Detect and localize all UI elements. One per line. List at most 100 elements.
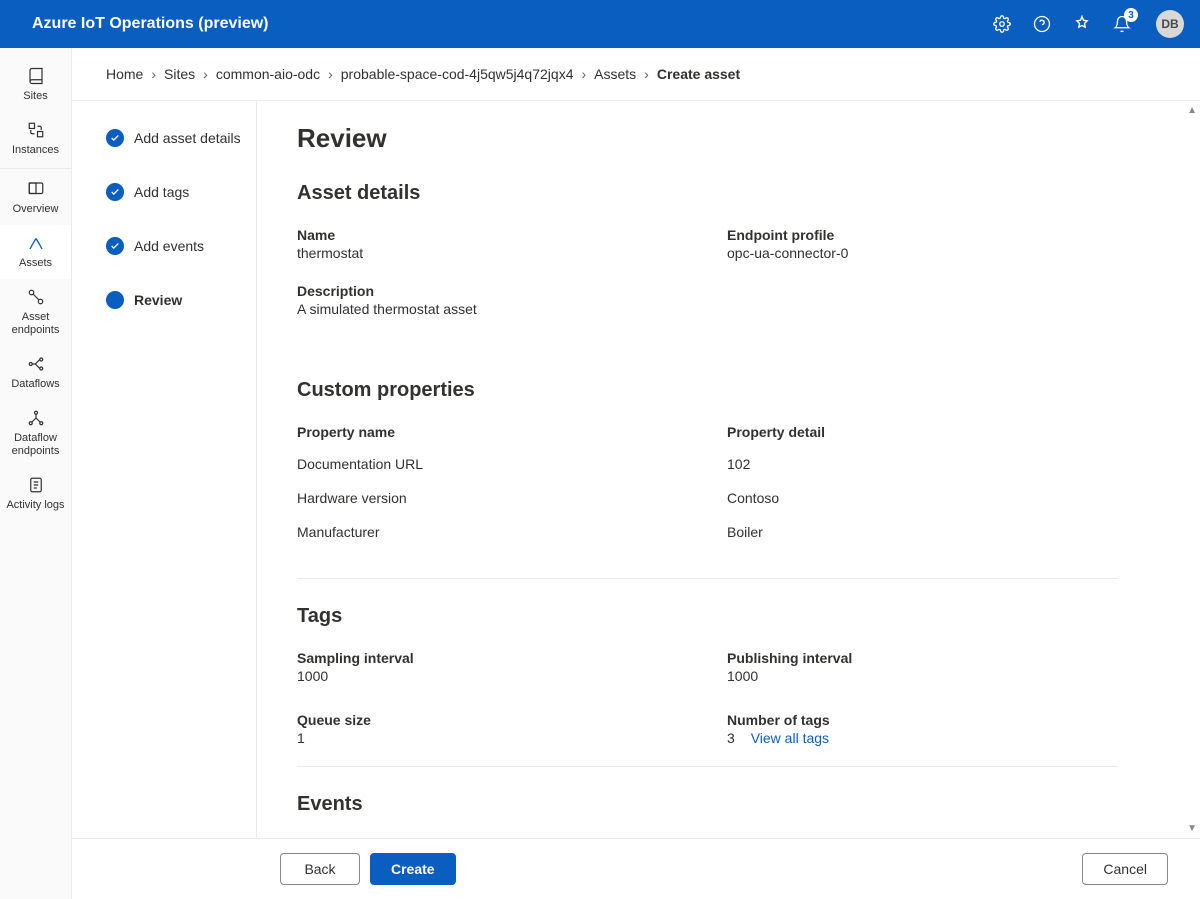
description-label: Description bbox=[297, 283, 1117, 299]
cancel-button[interactable]: Cancel bbox=[1082, 853, 1168, 885]
crumb-site[interactable]: common-aio-odc bbox=[216, 66, 320, 82]
rail-label: Asset endpoints bbox=[4, 311, 67, 337]
rail-dataflow-endpoints[interactable]: Dataflow endpoints bbox=[0, 400, 71, 467]
crumb-assets[interactable]: Assets bbox=[594, 66, 636, 82]
chevron-right-icon: › bbox=[328, 66, 333, 82]
step-review[interactable]: Review bbox=[106, 291, 244, 309]
assets-icon bbox=[26, 233, 46, 253]
breadcrumb: Home › Sites › common-aio-odc › probable… bbox=[72, 48, 1200, 101]
rail-asset-endpoints[interactable]: Asset endpoints bbox=[0, 279, 71, 346]
step-tags[interactable]: Add tags bbox=[106, 183, 244, 201]
page-title: Review bbox=[297, 123, 1117, 154]
app-title: Azure IoT Operations (preview) bbox=[32, 15, 992, 33]
endpoint-value: opc-ua-connector-0 bbox=[727, 245, 1117, 261]
rail-label: Activity logs bbox=[6, 499, 64, 512]
asset-endpoints-icon bbox=[26, 287, 46, 307]
property-name: Documentation URL bbox=[297, 456, 687, 472]
rail-dataflows[interactable]: Dataflows bbox=[0, 346, 71, 400]
rail-label: Instances bbox=[12, 144, 59, 157]
sampling-label: Sampling interval bbox=[297, 650, 687, 666]
section-tags: Tags Sampling interval 1000 bbox=[297, 605, 1117, 767]
rail-overview[interactable]: Overview bbox=[0, 171, 71, 225]
section-heading: Custom properties bbox=[297, 379, 1117, 402]
property-detail: Contoso bbox=[727, 490, 1117, 506]
step-label: Review bbox=[134, 292, 182, 308]
chevron-right-icon: › bbox=[581, 66, 586, 82]
queue-value: 1 bbox=[297, 730, 687, 746]
rail-instances[interactable]: Instances bbox=[0, 112, 71, 166]
notification-badge: 3 bbox=[1124, 8, 1138, 22]
chevron-right-icon: › bbox=[151, 66, 156, 82]
sampling-value: 1000 bbox=[297, 668, 687, 684]
step-label: Add asset details bbox=[134, 130, 241, 146]
section-heading: Asset details bbox=[297, 182, 1117, 205]
rail-label: Overview bbox=[13, 203, 59, 216]
description-value: A simulated thermostat asset bbox=[297, 301, 1117, 317]
overview-icon bbox=[26, 179, 46, 199]
view-all-tags-link[interactable]: View all tags bbox=[751, 730, 829, 746]
notifications-icon[interactable]: 3 bbox=[1112, 14, 1132, 34]
wizard-steps: Add asset details Add tags Add events Re… bbox=[72, 101, 257, 838]
col-property-detail: Property detail bbox=[727, 424, 1117, 440]
step-label: Add events bbox=[134, 238, 204, 254]
rail-label: Assets bbox=[19, 257, 52, 270]
publishing-value: 1000 bbox=[727, 668, 1117, 684]
check-icon bbox=[106, 183, 124, 201]
settings-icon[interactable] bbox=[992, 14, 1012, 34]
rail-label: Dataflow endpoints bbox=[4, 432, 67, 458]
property-name: Hardware version bbox=[297, 490, 687, 506]
step-asset-details[interactable]: Add asset details bbox=[106, 129, 244, 147]
queue-label: Queue size bbox=[297, 712, 687, 728]
rail-label: Sites bbox=[23, 90, 47, 103]
crumb-sites[interactable]: Sites bbox=[164, 66, 195, 82]
sites-icon bbox=[26, 66, 46, 86]
back-button[interactable]: Back bbox=[280, 853, 360, 885]
property-detail: 102 bbox=[727, 456, 1117, 472]
tag-count-value: 3 bbox=[727, 730, 735, 746]
dataflow-endpoints-icon bbox=[26, 408, 46, 428]
chevron-right-icon: › bbox=[203, 66, 208, 82]
property-row: Manufacturer Boiler bbox=[297, 524, 1117, 540]
endpoint-label: Endpoint profile bbox=[727, 227, 1117, 243]
whats-new-icon[interactable] bbox=[1072, 14, 1092, 34]
step-label: Add tags bbox=[134, 184, 189, 200]
check-icon bbox=[106, 237, 124, 255]
tag-count-label: Number of tags bbox=[727, 712, 1117, 728]
rail-assets[interactable]: Assets bbox=[0, 225, 71, 279]
property-row: Hardware version Contoso bbox=[297, 490, 1117, 506]
crumb-current: Create asset bbox=[657, 66, 740, 82]
property-detail: Boiler bbox=[727, 524, 1117, 540]
col-property-name: Property name bbox=[297, 424, 687, 440]
property-name: Manufacturer bbox=[297, 524, 687, 540]
property-row: Documentation URL 102 bbox=[297, 456, 1117, 472]
avatar[interactable]: DB bbox=[1156, 10, 1184, 38]
crumb-home[interactable]: Home bbox=[106, 66, 143, 82]
rail-activity-logs[interactable]: Activity logs bbox=[0, 467, 71, 521]
name-label: Name bbox=[297, 227, 687, 243]
instances-icon bbox=[26, 120, 46, 140]
nav-rail: Sites Instances Overview Assets Asset en… bbox=[0, 48, 72, 899]
scroll-down-icon[interactable]: ▼ bbox=[1187, 823, 1197, 834]
section-asset-details: Asset details Name thermostat bbox=[297, 182, 1117, 349]
help-icon[interactable] bbox=[1032, 14, 1052, 34]
check-icon bbox=[106, 129, 124, 147]
step-events[interactable]: Add events bbox=[106, 237, 244, 255]
chevron-right-icon: › bbox=[644, 66, 649, 82]
section-heading: Tags bbox=[297, 605, 1117, 628]
wizard-footer: Back Create Cancel bbox=[72, 838, 1200, 899]
rail-sites[interactable]: Sites bbox=[0, 58, 71, 112]
name-value: thermostat bbox=[297, 245, 687, 261]
publishing-label: Publishing interval bbox=[727, 650, 1117, 666]
section-custom-properties: Custom properties Property name Property… bbox=[297, 379, 1117, 579]
scroll-up-icon[interactable]: ▲ bbox=[1187, 105, 1197, 116]
crumb-instance[interactable]: probable-space-cod-4j5qw5j4q72jqx4 bbox=[341, 66, 574, 82]
section-heading: Events bbox=[297, 793, 1117, 816]
top-banner: Azure IoT Operations (preview) 3 DB bbox=[0, 0, 1200, 48]
review-pane[interactable]: ▲ Review Asset details Name thermostat bbox=[257, 101, 1200, 838]
activity-logs-icon bbox=[26, 475, 46, 495]
current-step-icon bbox=[106, 291, 124, 309]
dataflows-icon bbox=[26, 354, 46, 374]
create-button[interactable]: Create bbox=[370, 853, 456, 885]
rail-label: Dataflows bbox=[11, 378, 59, 391]
section-events: Events bbox=[297, 793, 1117, 838]
